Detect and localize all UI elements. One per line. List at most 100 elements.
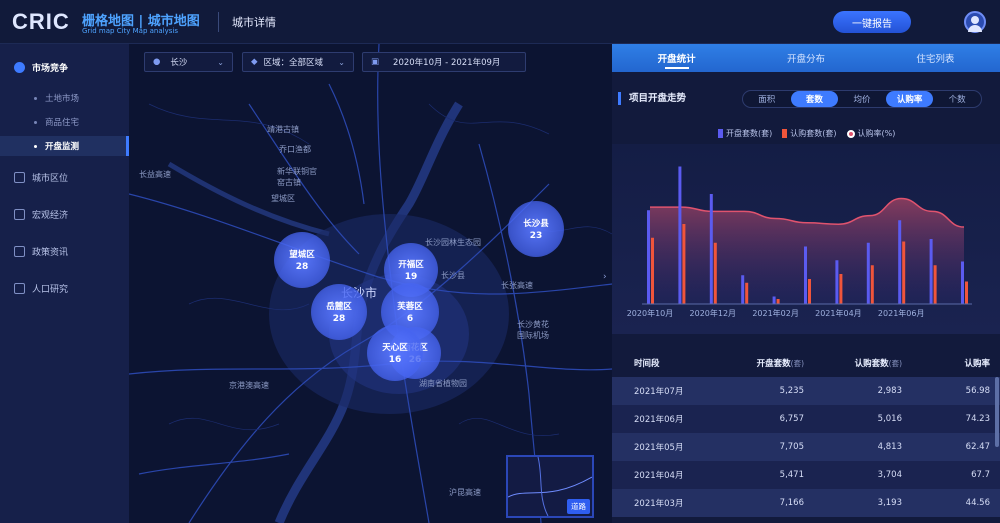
city-select[interactable]: ● 长沙 ⌄ — [144, 52, 233, 72]
tab-residential-list[interactable]: 住宅列表 — [871, 44, 1000, 72]
cluster-count: 28 — [332, 314, 346, 324]
bar-open — [678, 166, 682, 304]
bullet-icon — [34, 120, 37, 124]
minimap[interactable]: 道路 — [506, 455, 594, 518]
metric-subscription-rate[interactable]: 认购率 — [885, 91, 934, 107]
bar-subscribed — [902, 241, 906, 304]
cell-sub: 3,704 — [877, 470, 902, 480]
table-row[interactable]: 2021年05月 7,705 4,813 62.47 — [612, 433, 1000, 461]
table-row[interactable]: 2021年06月 6,757 5,016 74.23 — [612, 405, 1000, 433]
user-icon[interactable] — [964, 11, 986, 33]
cluster-wangcheng[interactable]: 望城区 28 — [274, 232, 330, 288]
opening-trend-chart[interactable]: 2020年10月 2020年12月 2021年02月 2021年04月 2021年06月 — [612, 144, 1000, 334]
layers-icon: ◆ — [251, 57, 258, 67]
cell-rate: 62.47 — [965, 442, 990, 452]
sidebar-sub-opening-monitor[interactable]: 开盘监测 — [0, 136, 129, 156]
legend-subscribed[interactable]: 认购套数(套) — [782, 128, 837, 139]
cell-rate: 67.7 — [971, 470, 990, 480]
sidebar-item-market-competition[interactable]: 市场竞争 — [0, 56, 129, 78]
table-header: 时间段 开盘套数(套) 认购套数(套) 认购率 — [612, 349, 1000, 377]
legend-open[interactable]: 开盘套数(套) — [718, 128, 772, 139]
table-scrollbar[interactable] — [995, 377, 999, 447]
col-open-units[interactable]: 开盘套数(套) — [712, 357, 804, 369]
date-range-picker[interactable]: ▣ 2020年10月 - 2021年09月 — [362, 52, 526, 72]
table-row[interactable]: 2021年03月 7,166 3,193 44.56 — [612, 489, 1000, 517]
sidebar-sub-land-market[interactable]: 土地市场 — [0, 88, 129, 108]
map-label-jinggangao: 京港澳高速 — [229, 381, 269, 390]
tab-opening-distribution[interactable]: 开盘分布 — [741, 44, 870, 72]
metric-area[interactable]: 面积 — [743, 91, 791, 107]
map-label-garden: 长沙园林生态园 — [425, 238, 481, 247]
chevron-right-icon[interactable]: › — [603, 272, 607, 282]
bar-subscribed — [713, 242, 717, 304]
legend-label: 认购率(%) — [857, 129, 896, 138]
cell-period: 2021年07月 — [634, 387, 684, 397]
table-row[interactable]: 2021年04月 5,471 3,704 67.7 — [612, 461, 1000, 489]
cluster-count: 16 — [388, 355, 402, 365]
sidebar-item-city-zone[interactable]: 城市区位 — [0, 166, 129, 188]
region-select[interactable]: ◆ 区域：全部区域 ⌄ — [242, 52, 354, 72]
cluster-yuelu[interactable]: 岳麓区 28 — [311, 284, 367, 340]
cluster-changsha-county[interactable]: 长沙县 23 — [508, 201, 564, 257]
table-row[interactable]: 2021年07月 5,235 2,983 56.98 — [612, 377, 1000, 405]
one-click-report-button[interactable]: 一键报告 — [833, 11, 911, 33]
map-label-changyi: 长益高速 — [139, 170, 171, 179]
sidebar-item-macro-economy[interactable]: 宏观经济 — [0, 203, 129, 225]
bar-subscribed — [933, 265, 937, 304]
map-label-wangcheng: 望城区 — [271, 194, 295, 203]
cluster-count: 23 — [529, 231, 543, 241]
road-layer-button[interactable]: 道路 — [567, 499, 590, 514]
legend-rate[interactable]: 认购率(%) — [846, 128, 896, 139]
map-label-changzhang: 长张高速 — [501, 281, 533, 290]
map-label-botanic: 湖南省植物园 — [419, 379, 467, 388]
cluster-count: 6 — [406, 314, 414, 324]
x-tick-label: 2020年10月 — [627, 308, 674, 318]
sidebar-item-label: 市场竞争 — [32, 63, 69, 74]
col-sub-units[interactable]: 认购套数(套) — [804, 357, 902, 369]
bullet-icon — [34, 96, 37, 100]
header-divider — [218, 12, 219, 32]
sidebar-sub-label: 商品住宅 — [45, 118, 80, 128]
tab-opening-stats[interactable]: 开盘统计 — [612, 44, 741, 72]
bar-subscribed — [808, 279, 811, 304]
cell-open: 7,166 — [779, 498, 804, 508]
top-header: CRIC 栅格地图 | 城市地图 Grid map City Map analy… — [0, 0, 1000, 44]
bar-subscribed — [839, 274, 843, 304]
bar-open — [898, 220, 902, 304]
sidebar-item-label: 政策资讯 — [32, 247, 69, 258]
sidebar-item-population[interactable]: 人口研究 — [0, 277, 129, 299]
x-tick-label: 2021年06月 — [878, 308, 925, 318]
cell-sub: 5,016 — [877, 414, 902, 424]
col-unit: (套) — [790, 359, 804, 368]
col-sub-rate[interactable]: 认购率 — [902, 357, 990, 369]
col-label: 认购套数 — [854, 359, 889, 369]
map-label-changsha-county: 长沙县 — [441, 271, 465, 280]
chart-svg: 2020年10月 2020年12月 2021年02月 2021年04月 2021年06月 — [627, 166, 972, 318]
chevron-down-icon: ⌄ — [217, 57, 224, 67]
sidebar-sub-housing[interactable]: 商品住宅 — [0, 112, 129, 132]
cluster-count: 28 — [295, 262, 309, 272]
metric-avg-price[interactable]: 均价 — [838, 91, 886, 107]
map-label-airport: 长沙黄花国际机场 — [517, 320, 549, 340]
cell-sub: 4,813 — [877, 442, 902, 452]
cell-rate: 56.98 — [965, 386, 990, 396]
cric-logo[interactable]: CRIC — [12, 9, 70, 35]
cell-period: 2021年04月 — [634, 471, 684, 481]
bar-open — [929, 239, 933, 304]
bar-open — [835, 260, 839, 304]
city-map[interactable]: ● 长沙 ⌄ ◆ 区域：全部区域 ⌄ ▣ 2020年10月 - 2021年09月… — [129, 44, 612, 523]
people-icon — [14, 282, 25, 294]
metric-count[interactable]: 个数 — [933, 91, 981, 107]
opening-table: 时间段 开盘套数(套) 认购套数(套) 认购率 2021年07月 5,235 2… — [612, 349, 1000, 517]
metric-units[interactable]: 套数 — [790, 91, 839, 107]
cluster-name: 望城区 — [289, 250, 315, 260]
bar-open — [772, 296, 776, 304]
cluster-tianxin[interactable]: 天心区 16 — [367, 325, 423, 381]
bar-subscribed — [965, 281, 968, 304]
chevron-down-icon: ⌄ — [338, 57, 345, 67]
book-icon — [14, 245, 25, 257]
sidebar-item-policy-news[interactable]: 政策资讯 — [0, 240, 129, 262]
bar-subscribed — [682, 224, 686, 304]
legend-label: 开盘套数(套) — [726, 129, 773, 138]
col-label: 开盘套数 — [756, 359, 791, 369]
